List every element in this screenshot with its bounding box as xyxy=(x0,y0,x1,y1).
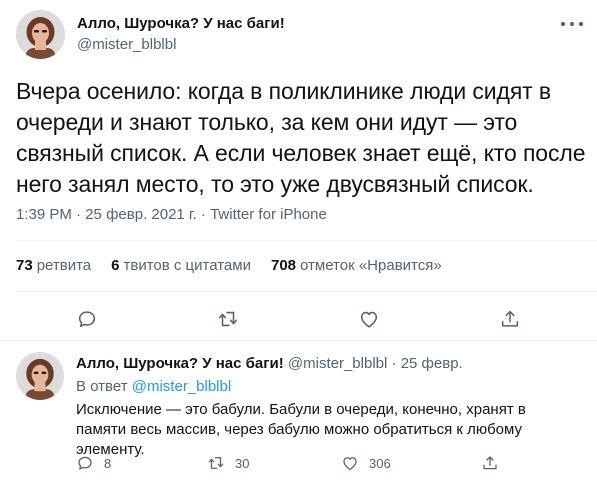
like-icon xyxy=(343,457,357,471)
main-tweet: Алло, Шурочка? У нас баги! @mister_blblb… xyxy=(0,0,597,341)
quotes-count: 6 xyxy=(111,257,120,274)
reply-retweets-count: 30 xyxy=(235,455,250,471)
reply-to-mention[interactable]: @mister_blblbl xyxy=(132,378,231,395)
reply-date[interactable]: 25 февр. xyxy=(401,355,463,372)
author-display-name[interactable]: Алло, Шурочка? У нас баги! xyxy=(77,14,285,34)
reply-icon xyxy=(78,456,92,470)
reply-author-display-name[interactable]: Алло, Шурочка? У нас баги! xyxy=(76,355,284,372)
reply-separator: · xyxy=(391,355,397,372)
tweet-source[interactable]: Twitter for iPhone xyxy=(210,206,327,223)
divider xyxy=(16,291,597,292)
reply-retweet-button[interactable]: 30 xyxy=(207,452,249,474)
reply-share-button[interactable] xyxy=(481,452,499,474)
like-icon[interactable] xyxy=(351,301,387,337)
reply-text: Исключение — это бабули. Бабули в очеред… xyxy=(76,401,526,458)
likes-stat[interactable]: 708 отметок «Нравится» xyxy=(271,256,442,276)
reply-icon[interactable] xyxy=(69,301,105,337)
reply-to-line: В ответ @mister_blblbl xyxy=(76,377,231,397)
reply-author-avatar[interactable] xyxy=(16,352,64,400)
avatar-image xyxy=(16,10,65,59)
tweet-stats: 73 ретвита 6 твитов с цитатами 708 отметок … xyxy=(16,256,462,276)
tweet-actions xyxy=(0,301,597,337)
likes-label: отметок «Нравится» xyxy=(300,257,442,274)
avatar-image xyxy=(16,352,64,400)
more-options-icon[interactable] xyxy=(561,14,583,34)
author-avatar[interactable] xyxy=(16,10,65,59)
author-block: Алло, Шурочка? У нас баги! @mister_blblb… xyxy=(77,14,285,55)
quotes-label: твитов с цитатами xyxy=(123,257,251,274)
retweet-icon xyxy=(208,457,224,469)
author-handle[interactable]: @mister_blblbl xyxy=(77,35,285,55)
reply-replies-count: 8 xyxy=(104,455,112,471)
reply-header: Алло, Шурочка? У нас баги! @mister_blblb… xyxy=(76,354,463,374)
meta-separator: · xyxy=(76,206,82,223)
tweet-page: Алло, Шурочка? У нас баги! @mister_blblb… xyxy=(0,0,597,483)
reply-to-label: В ответ xyxy=(76,378,128,395)
retweets-stat[interactable]: 73 ретвита xyxy=(16,256,91,276)
tweet-text: Вчера осенило: когда в поликлинике люди … xyxy=(16,78,586,197)
share-icon[interactable] xyxy=(492,301,528,337)
retweets-label: ретвита xyxy=(36,257,92,274)
reply-author-handle[interactable]: @mister_blblbl xyxy=(288,355,387,372)
share-icon xyxy=(483,456,497,470)
divider xyxy=(0,340,597,341)
tweet-time[interactable]: 1:39 PM xyxy=(16,206,72,223)
divider xyxy=(16,240,597,241)
tweet-date[interactable]: 25 февр. 2021 г. xyxy=(85,206,197,223)
reply-reply-button[interactable]: 8 xyxy=(76,452,111,474)
tweet-meta: 1:39 PM · 25 февр. 2021 г. · Twitter for… xyxy=(16,205,327,225)
likes-count: 708 xyxy=(270,257,297,274)
retweets-count: 73 xyxy=(16,257,33,274)
meta-separator: · xyxy=(200,206,206,223)
reply-likes-count: 306 xyxy=(369,455,391,471)
reply-actions: 8 30 306 xyxy=(0,452,597,474)
reply-like-button[interactable]: 306 xyxy=(341,452,391,474)
quotes-stat[interactable]: 6 твитов с цитатами xyxy=(111,256,251,276)
retweet-icon[interactable] xyxy=(210,301,246,337)
reply-tweet[interactable]: Алло, Шурочка? У нас баги! @mister_blblb… xyxy=(0,342,597,483)
